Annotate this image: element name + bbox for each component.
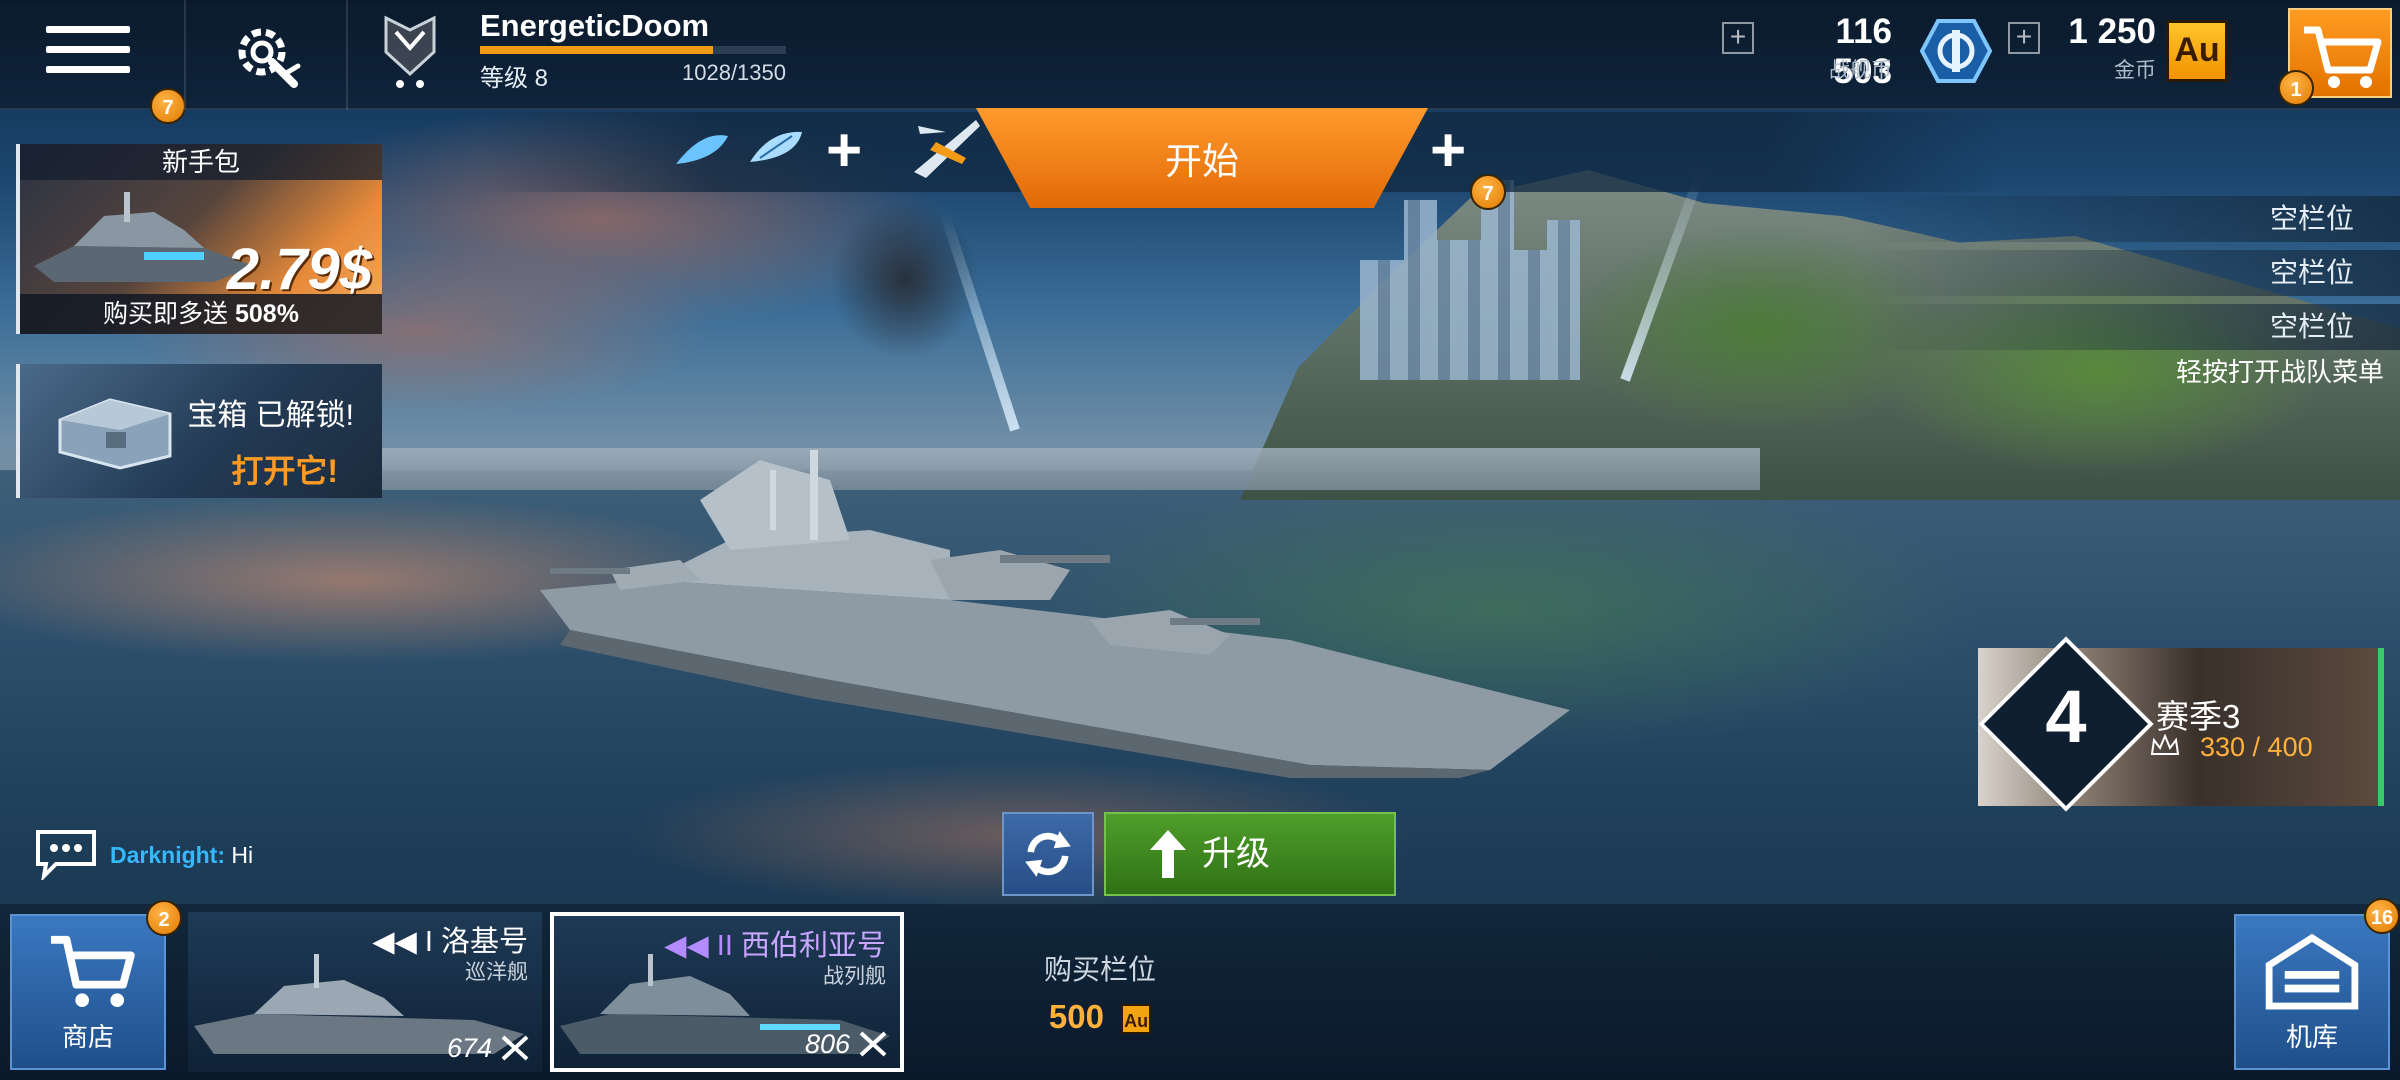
- consumable-slot-1-icon[interactable]: [672, 130, 732, 170]
- add-consumable-button[interactable]: +: [826, 120, 862, 182]
- chat-bubble-icon[interactable]: [34, 828, 98, 880]
- ship-name-text: 西伯利亚号: [740, 930, 886, 962]
- rank-emblem-icon[interactable]: [382, 12, 438, 92]
- up-arrow-icon: [1150, 830, 1186, 878]
- add-squad-slot-button[interactable]: +: [1430, 120, 1466, 182]
- shop-notification-badge: 2: [146, 900, 182, 936]
- starter-pack-offer[interactable]: 新手包 2.79$ 购买即多送 508%: [16, 144, 382, 334]
- garage-icon: [2265, 933, 2359, 1010]
- ship-class: 巡洋舰: [465, 961, 528, 984]
- ship-card-siberia[interactable]: ◀◀ II 西伯利亚号 战列舰 806: [550, 912, 904, 1072]
- ship-name-text: 洛基号: [440, 926, 528, 958]
- season-progress-card[interactable]: 4 赛季3 330 / 400: [1978, 636, 2384, 812]
- divider: [184, 0, 186, 110]
- player-name[interactable]: EnergeticDoom: [480, 8, 709, 44]
- upgrade-button[interactable]: 升级: [1104, 812, 1396, 896]
- buy-slot-price: 500: [1048, 998, 1104, 1035]
- chest-status-text: 宝箱 已解锁!: [187, 399, 354, 432]
- cart-notification-badge: 1: [2278, 70, 2314, 106]
- buy-slot-cost: 500 Au: [1000, 998, 1200, 1036]
- credits-coin-icon: [1920, 19, 1992, 83]
- ship-tier: I: [424, 926, 433, 958]
- chest-unlocked-offer[interactable]: 宝箱 已解锁! 打开它!: [16, 364, 382, 498]
- season-points: 330 / 400: [2200, 732, 2313, 762]
- hangar-notification-badge: 16: [2364, 898, 2400, 934]
- hamburger-line: [46, 26, 130, 33]
- player-level: 等级 8: [480, 65, 549, 92]
- refresh-icon: [1025, 831, 1071, 877]
- hamburger-line: [46, 46, 130, 53]
- buy-slot-button[interactable]: 购买栏位 500 Au: [1000, 948, 1200, 1036]
- gold-amount: 1 250: [2068, 12, 2156, 51]
- starter-pack-ship-image: [34, 192, 254, 282]
- gold-au-icon: Au: [2166, 20, 2228, 82]
- open-chest-text[interactable]: 打开它!: [231, 446, 338, 492]
- slot-notification-badge: 7: [1470, 174, 1506, 210]
- add-gold-button[interactable]: +: [2008, 22, 2040, 54]
- starter-pack-bonus-percent: 508%: [235, 300, 299, 328]
- menu-button[interactable]: [46, 26, 130, 80]
- squad-slot-3[interactable]: 空栏位: [1860, 304, 2400, 350]
- ship-name: ◀◀ I 洛基号: [372, 918, 528, 960]
- hamburger-line: [46, 66, 130, 73]
- battleship[interactable]: [530, 440, 1590, 780]
- crown-icon: [2150, 734, 2180, 755]
- treasure-chest-icon: [58, 398, 172, 470]
- season-level: 4: [2045, 675, 2087, 758]
- chat-message-text: Hi: [231, 842, 254, 868]
- tier-chevron-icon: ◀◀: [664, 930, 709, 962]
- gold-au-icon: Au: [1121, 1004, 1152, 1035]
- squad-menu-hint[interactable]: 轻按打开战队菜单: [2176, 352, 2384, 389]
- consumable-slot-2-icon[interactable]: [746, 128, 806, 168]
- menu-notification-badge: 7: [150, 88, 186, 124]
- hangar-button[interactable]: 机库: [2234, 914, 2390, 1070]
- starter-pack-bonus-text: 购买即多送: [103, 300, 229, 328]
- smoke-plume: [830, 200, 980, 360]
- divider: [346, 0, 348, 110]
- chat-last-message[interactable]: Darknight: Hi: [110, 842, 253, 869]
- shop-button[interactable]: 商店: [10, 914, 166, 1070]
- starter-pack-title: 新手包: [20, 144, 382, 180]
- xp-progress-bar: [480, 46, 786, 54]
- rotate-ship-button[interactable]: [1002, 812, 1094, 896]
- ship-tier: II: [716, 930, 733, 962]
- ship-power: 806: [804, 1029, 850, 1059]
- shop-label: 商店: [61, 1022, 114, 1052]
- upgrade-label: 升级: [1202, 835, 1270, 873]
- starter-pack-bonus: 购买即多送 508%: [20, 294, 382, 334]
- crossed-swords-icon: [859, 1031, 887, 1057]
- gold-label: 金币: [2114, 59, 2156, 82]
- xp-progress-fill: [480, 46, 713, 54]
- ship-card-loki[interactable]: ◀◀ I 洛基号 巡洋舰 674: [188, 912, 542, 1072]
- aircraft-slot-icon[interactable]: [906, 112, 986, 182]
- season-title: 赛季3: [2156, 698, 2241, 735]
- settings-wrench-gear-icon[interactable]: [228, 16, 304, 92]
- add-credits-button[interactable]: +: [1722, 22, 1754, 54]
- shopping-cart-icon: [50, 935, 135, 1008]
- starter-pack-price: 2.79$: [226, 237, 372, 302]
- crossed-swords-icon: [501, 1035, 529, 1061]
- xp-text: 1028/1350: [682, 60, 786, 85]
- buy-slot-label: 购买栏位: [1043, 954, 1156, 985]
- ship-power: 674: [446, 1033, 492, 1063]
- squad-slot-1[interactable]: 空栏位: [1860, 196, 2400, 242]
- ship-name: ◀◀ II 西伯利亚号: [664, 922, 886, 964]
- ship-class: 战列舰: [823, 965, 886, 988]
- top-bar: 7 EnergeticDoom 等级 8 1028/1350 + 116 503…: [0, 0, 2400, 124]
- squad-slot-2[interactable]: 空栏位: [1860, 250, 2400, 296]
- tier-chevron-icon: ◀◀: [372, 926, 417, 958]
- hangar-label: 机库: [2285, 1022, 2338, 1052]
- credits-label: 战舰币: [1829, 59, 1892, 82]
- chat-username: Darknight:: [110, 842, 225, 868]
- start-battle-button[interactable]: 开始: [976, 108, 1428, 208]
